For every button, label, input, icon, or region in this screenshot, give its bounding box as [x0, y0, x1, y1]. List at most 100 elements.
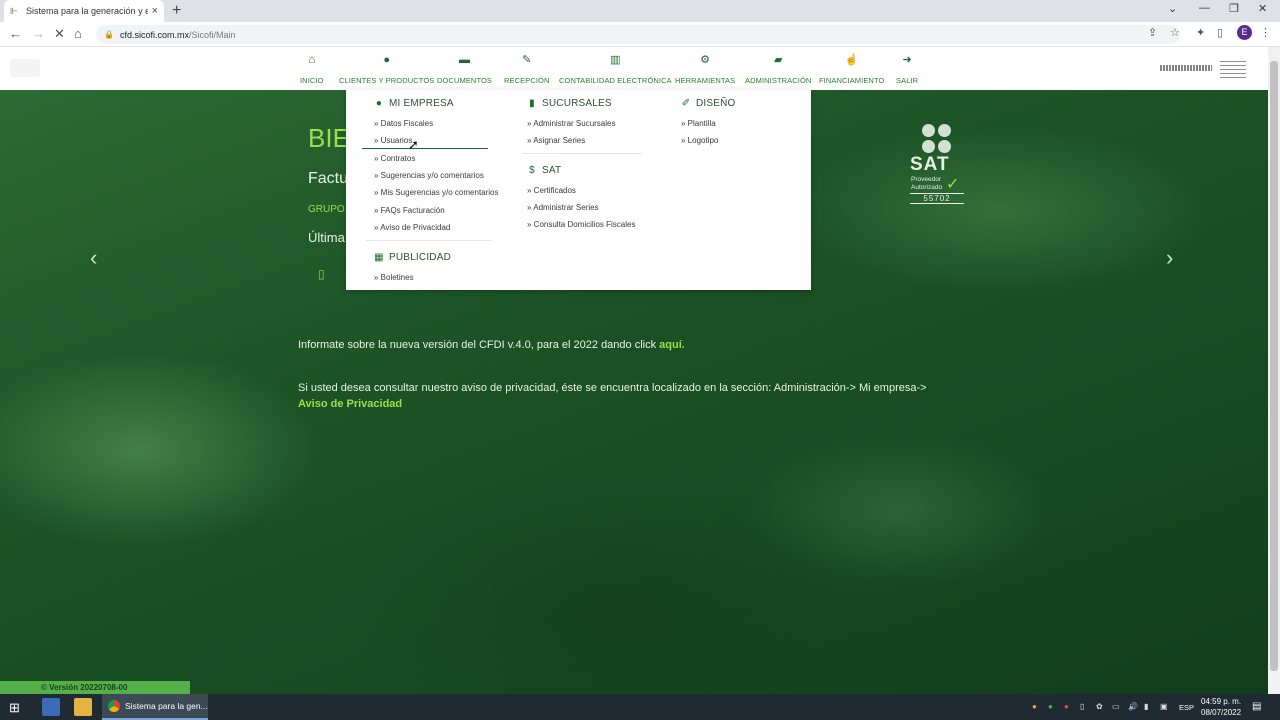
network-icon[interactable]: ▣ [1160, 702, 1168, 711]
publicidad-header: ▦ PUBLICIDAD [374, 252, 451, 263]
clock-time: 04:59 p. m. [1201, 697, 1242, 706]
menu-item-asignar-series[interactable]: » Asignar Series [527, 136, 585, 145]
sat-provider-number: 55702 [910, 193, 964, 204]
side-panel-icon[interactable]: ▯ [1217, 26, 1223, 39]
volume-icon[interactable]: 🔊 [1128, 702, 1138, 711]
menu-item-aviso-privacidad[interactable]: » Aviso de Privacidad [374, 223, 450, 232]
address-bar[interactable]: 🔒 cfd.sicofi.com.mx /Sicofi/Main [96, 25, 1180, 44]
pinned-app-icon[interactable] [42, 698, 60, 716]
privacy-notice-link[interactable]: Aviso de Privacidad [298, 398, 402, 410]
menu-item-usuarios[interactable]: » Usuarios [374, 136, 412, 145]
tray-usb-icon[interactable]: ▯ [1080, 702, 1084, 711]
menu-item-datos-fiscales[interactable]: » Datos Fiscales [374, 119, 433, 128]
scrollbar-thumb[interactable] [1270, 61, 1278, 671]
menu-item-administrar-sucursales[interactable]: » Administrar Sucursales [527, 119, 615, 128]
menu-item-sugerencias[interactable]: » Sugerencias y/o comentarios [374, 171, 484, 180]
tab-close-icon[interactable]: × [152, 5, 158, 17]
user-icon: ● [383, 54, 390, 66]
sat-header: $ SAT [527, 165, 561, 176]
file-explorer-icon[interactable] [74, 698, 92, 716]
cfdi-info-link[interactable]: aquí. [659, 339, 685, 351]
menu-item-contratos[interactable]: » Contratos [374, 154, 415, 163]
nav-recepcion[interactable]: ✎ RECEPCIÓN [504, 53, 550, 85]
back-button[interactable]: ← [9, 26, 22, 41]
menu-item-mis-sugerencias[interactable]: » Mis Sugerencias y/o comentarios [374, 188, 499, 197]
sat-title: SAT [542, 165, 562, 176]
close-window-button[interactable]: ✕ [1258, 2, 1267, 15]
nav-clientes-label: CLIENTES Y PRODUCTOS [339, 76, 435, 85]
menu-item-domicilios-fiscales[interactable]: » Consulta Domicilios Fiscales [527, 220, 635, 229]
version-badge: © Versión 20220708-00 [0, 681, 190, 694]
hand-coin-icon: ☝ [844, 54, 859, 66]
tray-check-icon[interactable]: ● [1048, 702, 1053, 711]
microphone-icon[interactable]: ▮ [1144, 702, 1148, 711]
phone-icon: ▯ [318, 267, 325, 281]
tray-alert-icon[interactable]: ● [1064, 702, 1069, 711]
tab-title: Sistema para la generación y en [26, 6, 148, 16]
nav-contabilidad[interactable]: ▥ CONTABILIDAD ELECTRÓNICA [559, 53, 672, 85]
menu-item-plantilla[interactable]: » Plantilla [681, 119, 716, 128]
publicidad-title: PUBLICIDAD [389, 252, 452, 263]
windows-taskbar: ⊞ Sistema para la gen... ● ● ● ▯ ✿ ▭ 🔊 ▮… [0, 694, 1280, 720]
minimize-button[interactable]: — [1199, 2, 1210, 14]
home-button[interactable]: ⌂ [74, 26, 82, 41]
administracion-dropdown: ● MI EMPRESA » Datos Fiscales » Usuarios… [346, 90, 811, 290]
company-logo[interactable] [10, 59, 40, 77]
bar-chart-icon: ▥ [610, 54, 621, 66]
receive-icon: ✎ [522, 54, 532, 66]
profile-avatar[interactable]: E [1237, 25, 1252, 40]
nav-herramientas[interactable]: ⚙ HERRAMIENTAS [675, 53, 735, 85]
notifications-icon[interactable]: ▤ [1252, 701, 1261, 712]
forward-button[interactable]: → [32, 26, 45, 41]
menu-item-faqs[interactable]: » FAQs Facturación [374, 206, 445, 215]
sat-brand: SAT [910, 154, 950, 175]
nav-administracion[interactable]: ▰ ADMINISTRACIÓN [745, 53, 811, 85]
hero-last-update: Última [308, 230, 345, 245]
browser-menu-icon[interactable]: ⋮ [1260, 26, 1271, 39]
menu-item-administrar-series[interactable]: » Administrar Series [527, 203, 599, 212]
design-icon: ✐ [681, 98, 691, 109]
sat-caption-line1: Proveedor [911, 176, 941, 183]
carousel-prev-icon[interactable]: ‹ [90, 245, 97, 271]
bookmark-star-icon[interactable]: ☆ [1170, 26, 1180, 39]
nav-contabilidad-label: CONTABILIDAD ELECTRÓNICA [559, 76, 672, 85]
clock[interactable]: 04:59 p. m. 08/07/2022 [1201, 696, 1241, 718]
home-icon: ⌂ [308, 54, 316, 66]
browser-tab[interactable]: ⊩ Sistema para la generación y en × [4, 0, 164, 22]
nav-documentos[interactable]: ▬ DOCUMENTOS [437, 53, 492, 85]
tray-settings-icon[interactable]: ✿ [1096, 702, 1103, 711]
page-scrollbar[interactable] [1268, 47, 1280, 694]
gears-icon: ⚙ [700, 54, 711, 66]
nav-salir[interactable]: ➜ SALIR [896, 53, 918, 85]
nav-inicio[interactable]: ⌂ INICIO [300, 53, 324, 85]
nav-clientes-productos[interactable]: ● CLIENTES Y PRODUCTOS [339, 53, 434, 85]
windows-start-icon[interactable]: ⊞ [9, 700, 20, 716]
taskbar-chrome-window[interactable]: Sistema para la gen... [102, 694, 208, 720]
language-indicator[interactable]: ESP [1179, 703, 1194, 712]
nav-documentos-label: DOCUMENTOS [437, 76, 493, 85]
nav-financiamiento[interactable]: ☝ FINANCIAMIENTO [819, 53, 884, 85]
tray-display-icon[interactable]: ▭ [1112, 702, 1120, 711]
sat-caption-line2: Autorizado [911, 184, 943, 191]
privacy-info-text: Si usted desea consultar nuestro aviso d… [298, 382, 927, 394]
stop-loading-button[interactable]: ✕ [54, 26, 65, 42]
new-tab-button[interactable]: + [172, 2, 181, 20]
folder-icon: ▬ [459, 54, 471, 66]
nav-administracion-label: ADMINISTRACIÓN [745, 76, 812, 85]
menu-item-logotipo[interactable]: » Logotipo [681, 136, 718, 145]
tray-app-icon[interactable]: ● [1032, 702, 1037, 711]
divider [522, 153, 642, 154]
nav-salir-label: SALIR [896, 76, 919, 85]
hover-underline [362, 148, 488, 149]
menu-item-certificados[interactable]: » Certificados [527, 186, 576, 195]
carousel-next-icon[interactable]: › [1166, 245, 1173, 271]
folder-open-icon: ▰ [773, 54, 783, 66]
tab-search-icon[interactable]: ⌄ [1168, 2, 1177, 15]
share-icon[interactable]: ⇪ [1148, 26, 1157, 39]
restore-button[interactable]: ❐ [1229, 2, 1239, 15]
taskbar-chrome-label: Sistema para la gen... [125, 701, 208, 711]
extensions-icon[interactable]: ✦ [1196, 26, 1205, 39]
menu-item-boletines[interactable]: » Boletines [374, 273, 414, 282]
nav-recepcion-label: RECEPCIÓN [504, 76, 550, 85]
nav-herramientas-label: HERRAMIENTAS [675, 76, 736, 85]
